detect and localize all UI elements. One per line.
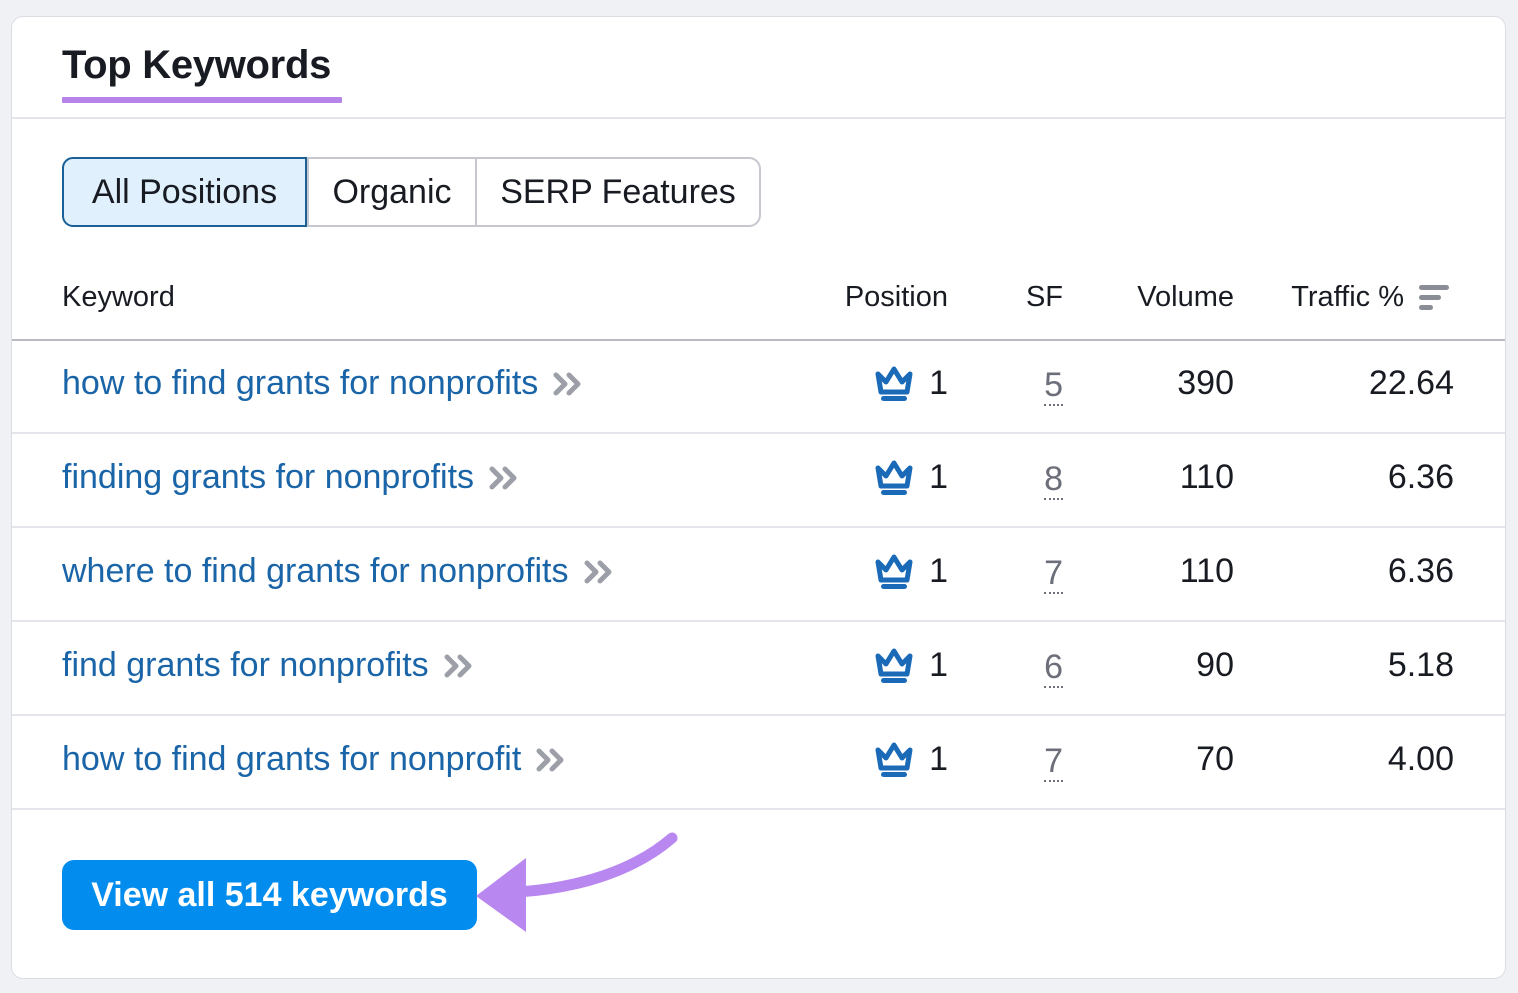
tab-all-positions[interactable]: All Positions: [62, 157, 307, 227]
keyword-link[interactable]: find grants for nonprofits: [62, 646, 475, 685]
serp-features-count[interactable]: 6: [1044, 650, 1063, 688]
position-cell: 1: [873, 646, 948, 685]
double-chevron-right-icon[interactable]: [552, 370, 584, 398]
position-cell: 1: [873, 552, 948, 591]
keyword-link[interactable]: how to find grants for nonprofit: [62, 740, 567, 779]
traffic-percent-value: 22.64: [1368, 364, 1454, 402]
crown-icon: [875, 648, 913, 683]
table-header: Keyword Position SF Volume Traffic %: [12, 267, 1505, 341]
traffic-percent-value: 5.18: [1387, 646, 1454, 684]
keyword-text: find grants for nonprofits: [62, 646, 429, 684]
serp-features-count[interactable]: 7: [1044, 744, 1063, 782]
keyword-text: how to find grants for nonprofit: [62, 740, 522, 778]
volume-value: 90: [1196, 646, 1234, 684]
position-cell: 1: [873, 364, 948, 403]
position-filter-tabs: All Positions Organic SERP Features: [62, 157, 761, 227]
serp-features-count[interactable]: 7: [1044, 556, 1063, 594]
double-chevron-right-icon[interactable]: [443, 652, 475, 680]
card-header: Top Keywords: [12, 17, 1505, 119]
keyword-link[interactable]: where to find grants for nonprofits: [62, 552, 615, 591]
traffic-percent-value: 6.36: [1387, 458, 1454, 496]
serp-features-count[interactable]: 5: [1044, 368, 1063, 406]
volume-value: 110: [1179, 552, 1234, 590]
top-keywords-card: Top Keywords All Positions Organic SERP …: [11, 16, 1506, 979]
keyword-link[interactable]: how to find grants for nonprofits: [62, 364, 584, 403]
view-all-keywords-button[interactable]: View all 514 keywords: [62, 860, 477, 930]
header-volume[interactable]: Volume: [1137, 281, 1234, 314]
header-sf[interactable]: SF: [1026, 281, 1063, 314]
crown-icon: [875, 742, 913, 777]
keyword-text: where to find grants for nonprofits: [62, 552, 569, 590]
position-value: 1: [929, 646, 948, 684]
volume-value: 110: [1179, 458, 1234, 496]
keyword-link[interactable]: finding grants for nonprofits: [62, 458, 520, 497]
card-title: Top Keywords: [62, 43, 332, 87]
table-row: finding grants for nonprofits 1 8 110 6.…: [12, 434, 1505, 528]
title-underline: [62, 97, 342, 103]
double-chevron-right-icon[interactable]: [488, 464, 520, 492]
header-position[interactable]: Position: [845, 281, 948, 314]
keyword-text: finding grants for nonprofits: [62, 458, 475, 496]
keyword-text: how to find grants for nonprofits: [62, 364, 539, 402]
header-keyword[interactable]: Keyword: [62, 281, 175, 314]
header-traffic[interactable]: Traffic %: [1291, 281, 1404, 314]
position-cell: 1: [873, 458, 948, 497]
table-row: how to find grants for nonprofits 1 5 39…: [12, 340, 1505, 434]
position-value: 1: [929, 458, 948, 496]
position-value: 1: [929, 740, 948, 778]
double-chevron-right-icon[interactable]: [583, 558, 615, 586]
crown-icon: [875, 460, 913, 495]
serp-features-count[interactable]: 8: [1044, 462, 1063, 500]
tab-serp-features[interactable]: SERP Features: [475, 159, 759, 225]
volume-value: 390: [1177, 364, 1234, 402]
table-row: how to find grants for nonprofit 1 7 70 …: [12, 716, 1505, 810]
sort-descending-icon[interactable]: [1419, 283, 1451, 311]
position-cell: 1: [873, 740, 948, 779]
volume-value: 70: [1196, 740, 1234, 778]
crown-icon: [875, 366, 913, 401]
traffic-percent-value: 6.36: [1387, 552, 1454, 590]
tab-organic[interactable]: Organic: [307, 159, 475, 225]
position-value: 1: [929, 552, 948, 590]
table-row: find grants for nonprofits 1 6 90 5.18: [12, 622, 1505, 716]
position-value: 1: [929, 364, 948, 402]
traffic-percent-value: 4.00: [1387, 740, 1454, 778]
crown-icon: [875, 554, 913, 589]
double-chevron-right-icon[interactable]: [535, 746, 567, 774]
table-row: where to find grants for nonprofits 1 7 …: [12, 528, 1505, 622]
